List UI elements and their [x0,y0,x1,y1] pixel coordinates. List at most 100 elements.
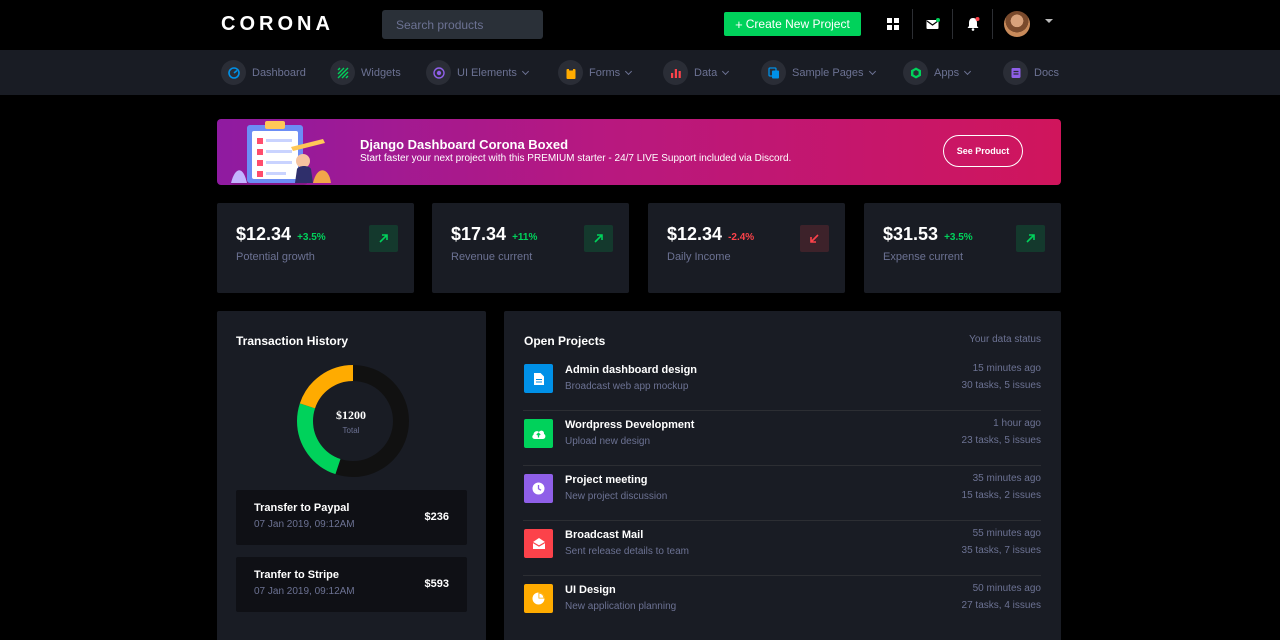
project-description: Sent release details to team [565,546,689,557]
card-title: Transaction History [236,334,349,348]
hexagon-icon [903,60,928,85]
donut-total-label: Total [343,426,360,435]
transaction-history-card: Transaction History $1200 Total Transfer… [217,311,486,640]
project-name: Project meeting [565,474,648,486]
stat-change: +11% [512,232,538,243]
stat-value: $12.34 [667,224,723,244]
pie-chart-icon [524,584,553,613]
arrow-up-right-icon [369,225,398,252]
nav-label: Forms [589,66,621,79]
clipboard-icon [558,60,583,85]
stat-value-row: $12.34 -2.4% [667,224,754,245]
document-icon [1003,60,1028,85]
chevron-down-icon [625,67,633,75]
stat-label: Daily Income [667,251,731,263]
project-name: UI Design [565,584,616,596]
stat-value-row: $12.34 +3.5% [236,224,326,245]
stat-value-row: $17.34 +11% [451,224,537,245]
project-time: 50 minutes ago [972,583,1041,594]
stat-card: $12.34 +3.5% Potential growth [217,203,414,293]
target-icon [426,60,451,85]
stat-label: Potential growth [236,251,315,263]
data-status-label: Your data status [969,334,1041,345]
nav-item-dashboard[interactable]: Dashboard [221,60,306,85]
project-row[interactable]: Project meeting New project discussion 3… [523,466,1041,521]
stat-value-row: $31.53 +3.5% [883,224,973,245]
header-divider [912,9,913,39]
transaction-date: 07 Jan 2019, 09:12AM [254,519,355,530]
avatar[interactable] [1004,11,1030,37]
project-tasks: 27 tasks, 4 issues [961,600,1041,611]
chevron-down-icon [868,67,876,75]
project-row[interactable]: Admin dashboard design Broadcast web app… [523,356,1041,411]
see-product-button[interactable]: See Product [943,135,1023,167]
project-time: 1 hour ago [993,418,1041,429]
nav-label: Dashboard [252,66,306,79]
grid-icon[interactable] [882,13,904,35]
project-name: Broadcast Mail [565,529,644,541]
stat-card: $17.34 +11% Revenue current [432,203,629,293]
chevron-down-icon [722,67,730,75]
project-row[interactable]: Wordpress Development Upload new design … [523,411,1041,466]
transaction-item[interactable]: Transfer to Paypal 07 Jan 2019, 09:12AM … [236,490,467,545]
stat-change: +3.5% [297,232,326,243]
clock-icon [524,474,553,503]
project-name: Wordpress Development [565,419,695,431]
project-tasks: 35 tasks, 7 issues [961,545,1041,556]
transaction-donut-chart: $1200 Total [297,365,409,477]
project-name: Admin dashboard design [565,364,698,376]
project-row[interactable]: UI Design New application planning 50 mi… [523,576,1041,631]
create-project-button[interactable]: + Create New Project [724,12,861,36]
search-input[interactable] [382,10,543,39]
project-description: Broadcast web app mockup [565,381,689,392]
plus-icon: + [735,16,743,32]
transaction-date: 07 Jan 2019, 09:12AM [254,586,355,597]
nav-item-docs[interactable]: Docs [1003,60,1059,85]
brand-logo[interactable]: CORONA [221,13,334,36]
arrow-up-right-icon [584,225,613,252]
project-time: 35 minutes ago [972,473,1041,484]
stat-card: $12.34 -2.4% Daily Income [648,203,845,293]
mail-icon[interactable] [922,13,944,35]
file-icon [524,364,553,393]
open-projects-card: Open Projects Your data status Admin das… [504,311,1061,640]
project-row[interactable]: Broadcast Mail Sent release details to t… [523,521,1041,576]
nav-item-ui-elements[interactable]: UI Elements [426,60,529,85]
stat-value: $12.34 [236,224,292,244]
chevron-down-icon [521,67,529,75]
nav-item-apps[interactable]: Apps [903,60,972,85]
nav-item-data[interactable]: Data [663,60,730,85]
nav-label: Apps [934,66,960,79]
nav-label: UI Elements [457,66,517,79]
nav-label: Widgets [361,66,401,79]
project-tasks: 23 tasks, 5 issues [961,435,1041,446]
create-project-label: Create New Project [745,17,850,31]
project-time: 15 minutes ago [972,363,1041,374]
speedometer-icon [221,60,246,85]
nav-label: Docs [1034,66,1060,79]
arrow-up-right-icon [1016,225,1045,252]
transaction-item[interactable]: Tranfer to Stripe 07 Jan 2019, 09:12AM $… [236,557,467,612]
project-description: New project discussion [565,491,668,502]
project-description: Upload new design [565,436,651,447]
clipboard-illustration-icon [231,121,331,185]
stat-change: -2.4% [728,232,755,243]
nav-item-sample-pages[interactable]: Sample Pages [761,60,876,85]
stat-label: Revenue current [451,251,533,263]
bar-chart-icon [663,60,688,85]
nav-item-forms[interactable]: Forms [558,60,633,85]
stat-card: $31.53 +3.5% Expense current [864,203,1061,293]
transaction-name: Tranfer to Stripe [254,569,339,581]
bell-icon[interactable] [962,13,984,35]
donut-total: $1200 [336,408,366,422]
transaction-name: Transfer to Paypal [254,502,350,514]
nav-item-widgets[interactable]: Widgets [330,60,401,85]
project-description: New application planning [565,601,677,612]
arrow-down-left-icon [800,225,829,252]
chevron-down-icon[interactable] [1045,19,1053,23]
project-tasks: 15 tasks, 2 issues [961,490,1041,501]
promo-banner: Django Dashboard Corona Boxed Start fast… [217,119,1061,185]
transaction-amount: $236 [424,511,449,523]
banner-subtitle: Start faster your next project with this… [360,153,792,164]
main-nav: Dashboard Widgets UI Elements Forms Data… [0,50,1280,95]
